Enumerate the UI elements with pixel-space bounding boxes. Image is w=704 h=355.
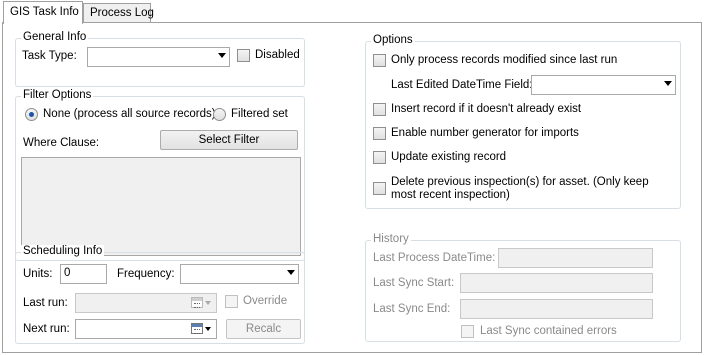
tab-label: Process Log	[90, 7, 154, 19]
general-info-group: General Info Task Type: Disabled	[15, 31, 305, 87]
calendar-icon	[191, 297, 203, 308]
options-group: Options Only process records modified si…	[365, 34, 681, 209]
last-sync-start-label: Last Sync Start:	[373, 277, 455, 289]
chevron-down-icon	[664, 81, 672, 86]
frequency-combo[interactable]	[180, 264, 299, 284]
tab-process-log[interactable]: Process Log	[83, 3, 154, 23]
options-title: Options	[371, 34, 415, 46]
units-label: Units:	[23, 268, 53, 280]
units-value: 0	[64, 267, 71, 279]
only-modified-checkbox[interactable]	[373, 54, 386, 67]
select-filter-label: Select Filter	[198, 134, 260, 146]
last-edited-combo[interactable]	[531, 75, 676, 95]
radio-filtered[interactable]	[213, 108, 226, 121]
calendar-icon	[191, 323, 203, 334]
radio-none[interactable]	[25, 108, 38, 121]
override-checkbox[interactable]	[225, 295, 238, 308]
last-sync-start-field	[460, 273, 653, 293]
scheduling-info-title: Scheduling Info	[21, 245, 105, 257]
frequency-label: Frequency:	[117, 268, 175, 280]
chevron-down-icon	[205, 301, 211, 305]
update-existing-label: Update existing record	[391, 151, 507, 163]
last-run-label: Last run:	[23, 297, 68, 309]
select-filter-button[interactable]: Select Filter	[160, 130, 298, 150]
recalc-label: Recalc	[245, 323, 282, 335]
radio-none-label: None (process all source records)	[43, 108, 216, 120]
delete-previous-label-line1: Delete previous inspection(s) for asset.…	[391, 176, 649, 188]
override-label: Override	[243, 295, 288, 307]
insert-record-label: Insert record if it doesn't already exis…	[391, 103, 582, 115]
last-run-datepicker[interactable]	[75, 293, 217, 313]
radio-selected-dot	[29, 112, 34, 117]
enable-number-label: Enable number generator for imports	[391, 127, 579, 139]
scheduling-info-group: Scheduling Info Units: 0 Frequency: Last…	[15, 245, 305, 344]
tab-label: GIS Task Info	[10, 6, 79, 18]
next-run-datepicker[interactable]	[75, 319, 217, 339]
next-run-label: Next run:	[23, 323, 70, 335]
where-clause-label: Where Clause:	[23, 137, 100, 149]
enable-number-checkbox[interactable]	[373, 127, 386, 140]
tab-panel: General Info Task Type: Disabled Filter …	[2, 22, 702, 353]
where-clause-textarea[interactable]	[21, 157, 301, 256]
insert-record-checkbox[interactable]	[373, 103, 386, 116]
last-sync-errors-label: Last Sync contained errors	[480, 325, 617, 337]
chevron-down-icon	[287, 270, 295, 275]
filter-options-title: Filter Options	[21, 89, 94, 101]
last-process-field	[498, 248, 653, 268]
history-title: History	[371, 233, 411, 245]
disabled-label: Disabled	[255, 49, 300, 61]
chevron-down-icon	[218, 53, 226, 58]
disabled-checkbox[interactable]	[237, 49, 250, 62]
history-group: History Last Process DateTime: Last Sync…	[365, 233, 681, 342]
only-modified-label: Only process records modified since last…	[391, 54, 618, 66]
radio-filtered-label: Filtered set	[231, 108, 288, 120]
units-input[interactable]: 0	[60, 264, 107, 284]
filter-options-group: Filter Options None (process all source …	[15, 89, 305, 261]
chevron-down-icon	[205, 327, 211, 331]
last-process-label: Last Process DateTime:	[373, 252, 496, 264]
task-type-label: Task Type:	[22, 50, 77, 62]
general-info-title: General Info	[21, 31, 89, 43]
recalc-button[interactable]: Recalc	[226, 319, 301, 339]
last-sync-end-field	[460, 299, 653, 319]
last-edited-label: Last Edited DateTime Field:	[391, 79, 533, 91]
delete-previous-checkbox[interactable]	[373, 182, 386, 195]
last-sync-errors-checkbox	[461, 325, 474, 338]
tab-gis-task-info[interactable]: GIS Task Info	[3, 1, 83, 24]
task-type-combo[interactable]	[87, 47, 230, 67]
delete-previous-label-line2: most recent inspection)	[391, 189, 510, 201]
update-existing-checkbox[interactable]	[373, 151, 386, 164]
last-sync-end-label: Last Sync End:	[373, 303, 451, 315]
